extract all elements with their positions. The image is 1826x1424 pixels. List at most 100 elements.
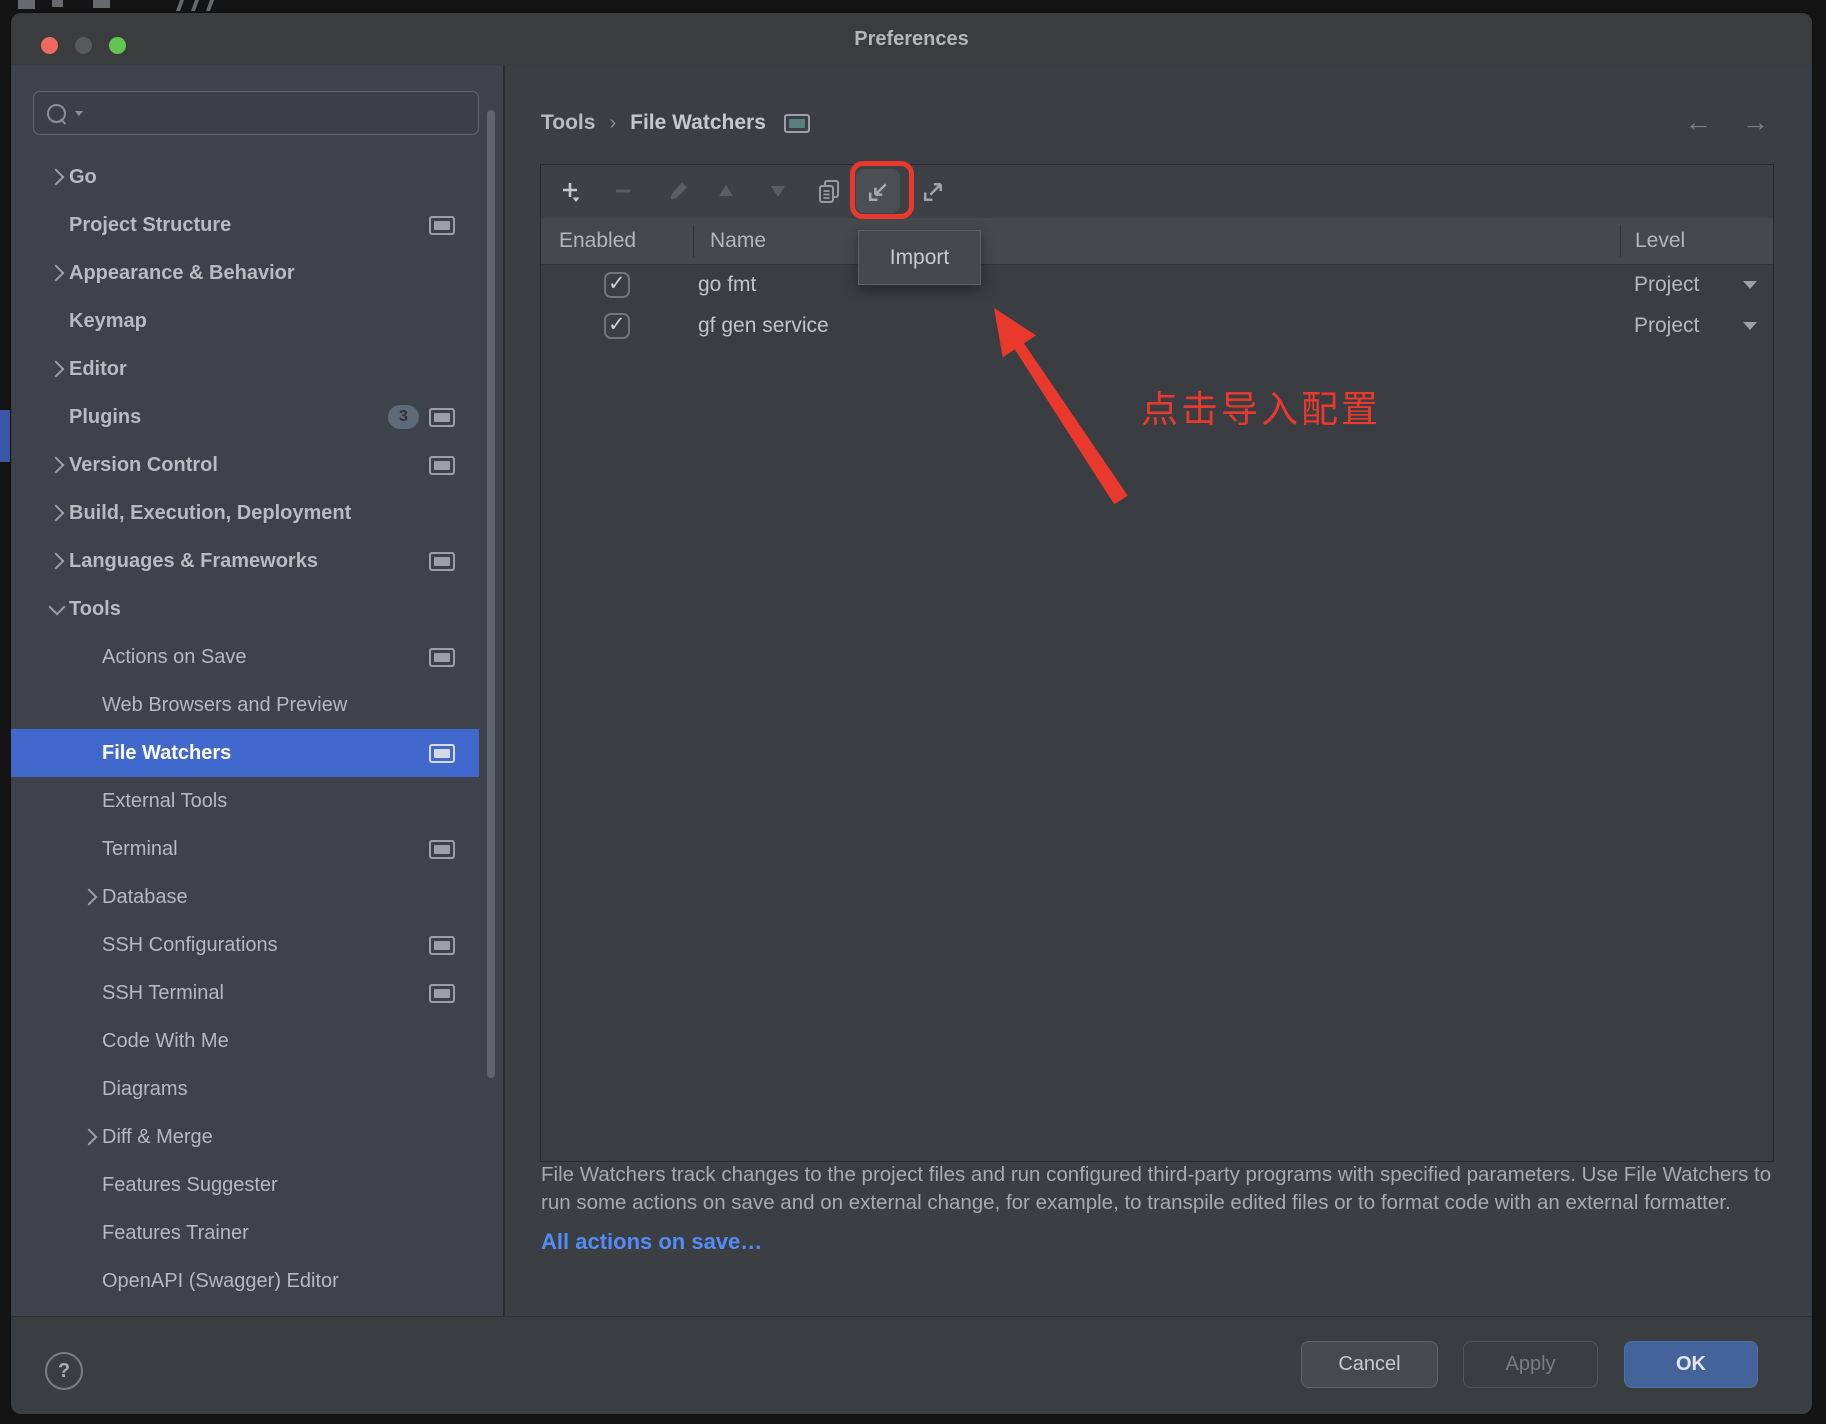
forward-button[interactable]: →	[1742, 107, 1769, 138]
remove-watcher-button[interactable]	[601, 169, 645, 213]
sidebar-item-ssh-terminal[interactable]: SSH Terminal	[11, 969, 479, 1017]
chevron-right-icon	[47, 505, 64, 522]
settings-content: Tools › File Watchers ← →	[505, 65, 1812, 1317]
back-button[interactable]: ←	[1685, 107, 1712, 138]
level-dropdown[interactable]: Project	[1620, 273, 1773, 297]
sidebar-item-keymap[interactable]: Keymap	[11, 297, 479, 345]
monitor-icon	[784, 114, 810, 133]
breadcrumb: Tools › File Watchers	[541, 111, 810, 135]
column-header-enabled: Enabled	[541, 229, 693, 253]
search-options-caret-icon	[75, 111, 83, 116]
sidebar-item-openapi-swagger-editor[interactable]: OpenAPI (Swagger) Editor	[11, 1257, 479, 1305]
level-dropdown[interactable]: Project	[1620, 314, 1773, 338]
sidebar-item-version-control[interactable]: Version Control	[11, 441, 479, 489]
move-down-button[interactable]	[756, 169, 800, 213]
help-button[interactable]: ?	[45, 1352, 83, 1390]
breadcrumb-separator: ›	[609, 112, 616, 135]
sidebar-item-web-browsers-and-preview[interactable]: Web Browsers and Preview	[11, 681, 479, 729]
sidebar-item-database[interactable]: Database	[11, 873, 479, 921]
copy-icon	[816, 178, 842, 204]
chevron-down-icon	[49, 599, 66, 616]
sidebar-item-terminal[interactable]: Terminal	[11, 825, 479, 873]
chevron-right-icon	[80, 889, 97, 906]
sidebar-item-ssh-configurations[interactable]: SSH Configurations	[11, 921, 479, 969]
monitor-icon	[429, 744, 455, 763]
sidebar-item-actions-on-save[interactable]: Actions on Save	[11, 633, 479, 681]
titlebar: Preferences	[11, 13, 1812, 66]
background-fragment	[18, 0, 35, 9]
watcher-row-go-fmt[interactable]: go fmt Project	[541, 264, 1773, 305]
monitor-icon	[429, 456, 455, 475]
breadcrumb-tools[interactable]: Tools	[541, 111, 595, 135]
dialog-footer: ? Cancel Apply OK	[11, 1316, 1812, 1414]
background-fragment	[52, 0, 63, 7]
dropdown-caret-icon	[1743, 281, 1757, 289]
chevron-right-icon	[47, 265, 64, 282]
sidebar-item-diagrams[interactable]: Diagrams	[11, 1065, 479, 1113]
import-watchers-button[interactable]	[856, 169, 900, 213]
background-fragment	[191, 0, 199, 11]
chevron-right-icon	[47, 361, 64, 378]
sidebar-item-project-structure[interactable]: Project Structure	[11, 201, 479, 249]
sidebar-item-diff-merge[interactable]: Diff & Merge	[11, 1113, 479, 1161]
export-watchers-button[interactable]	[911, 169, 955, 213]
monitor-icon	[429, 648, 455, 667]
arrow-down-icon	[766, 179, 790, 203]
monitor-icon	[429, 936, 455, 955]
search-icon	[47, 104, 66, 123]
enabled-checkbox[interactable]	[604, 313, 630, 339]
monitor-icon	[429, 840, 455, 859]
all-actions-on-save-link[interactable]: All actions on save…	[541, 1228, 762, 1256]
watchers-description: File Watchers track changes to the proje…	[541, 1161, 1789, 1257]
sidebar-item-languages-frameworks[interactable]: Languages & Frameworks	[11, 537, 479, 585]
watchers-table-header: Enabled Name Level	[541, 218, 1773, 265]
column-header-name: Name	[693, 225, 1620, 257]
background-fragment	[206, 0, 214, 11]
sidebar-item-editor[interactable]: Editor	[11, 345, 479, 393]
import-tooltip: Import	[858, 230, 981, 285]
preferences-dialog: Preferences Go Project Structure Appeara…	[10, 12, 1813, 1415]
export-icon	[920, 178, 947, 205]
plugins-count-badge: 3	[388, 405, 419, 429]
column-header-level: Level	[1620, 225, 1773, 257]
sidebar-item-external-tools[interactable]: External Tools	[11, 777, 479, 825]
import-icon	[865, 178, 892, 205]
settings-tree: Go Project Structure Appearance & Behavi…	[11, 153, 503, 1305]
watchers-toolbar	[541, 165, 1773, 219]
chevron-right-icon	[47, 457, 64, 474]
sidebar-item-file-watchers[interactable]: File Watchers	[11, 729, 479, 777]
add-watcher-button[interactable]	[549, 169, 593, 213]
sidebar-item-features-trainer[interactable]: Features Trainer	[11, 1209, 479, 1257]
chevron-right-icon	[47, 169, 64, 186]
ok-button[interactable]: OK	[1624, 1341, 1758, 1388]
apply-button[interactable]: Apply	[1463, 1341, 1598, 1388]
enabled-checkbox[interactable]	[604, 272, 630, 298]
sidebar-item-features-suggester[interactable]: Features Suggester	[11, 1161, 479, 1209]
copy-watcher-button[interactable]	[807, 169, 851, 213]
sidebar-item-appearance-behavior[interactable]: Appearance & Behavior	[11, 249, 479, 297]
cancel-button[interactable]: Cancel	[1301, 1341, 1438, 1388]
sidebar-scrollbar[interactable]	[487, 110, 495, 1078]
monitor-icon	[429, 984, 455, 1003]
annotation-text: 点击导入配置	[1141, 379, 1381, 433]
watcher-row-gf-gen-service[interactable]: gf gen service Project	[541, 305, 1773, 346]
background-fragment	[0, 410, 10, 462]
monitor-icon	[429, 408, 455, 427]
watcher-name: go fmt	[693, 273, 1620, 297]
minus-icon	[611, 179, 635, 203]
search-input[interactable]	[91, 102, 478, 125]
sidebar-item-plugins[interactable]: Plugins 3	[11, 393, 479, 441]
window-title: Preferences	[11, 13, 1812, 65]
monitor-icon	[429, 216, 455, 235]
sidebar-item-build-execution-deployment[interactable]: Build, Execution, Deployment	[11, 489, 479, 537]
edit-watcher-button[interactable]	[657, 169, 701, 213]
background-fragment	[176, 0, 184, 11]
move-up-button[interactable]	[704, 169, 748, 213]
sidebar-item-code-with-me[interactable]: Code With Me	[11, 1017, 479, 1065]
pencil-icon	[667, 179, 691, 203]
sidebar-item-tools[interactable]: Tools	[11, 585, 479, 633]
settings-search-box[interactable]	[33, 91, 479, 135]
background-fragment	[93, 0, 110, 8]
chevron-right-icon	[47, 553, 64, 570]
sidebar-item-go[interactable]: Go	[11, 153, 479, 201]
